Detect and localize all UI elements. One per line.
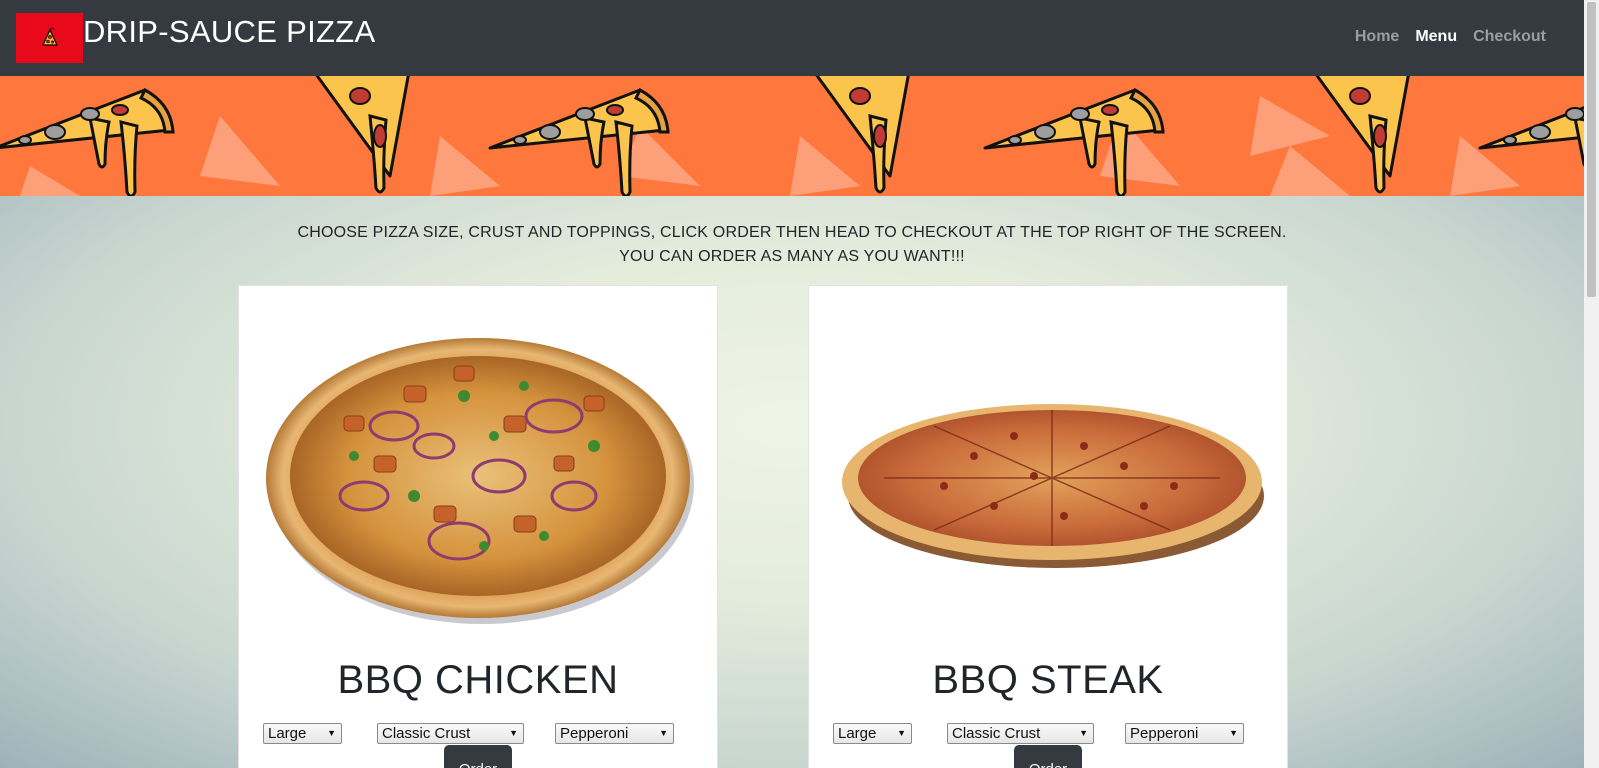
pizza-banner: [0, 76, 1584, 196]
pizza-name: BBQ STEAK: [932, 658, 1164, 702]
order-button[interactable]: Order: [444, 745, 512, 768]
topping-select[interactable]: Pepperoni ▼: [555, 723, 674, 744]
topping-select[interactable]: Pepperoni ▼: [1125, 723, 1244, 744]
nav-links: Home Menu Checkout: [1355, 28, 1546, 46]
crust-select-value: Classic Crust: [952, 725, 1041, 742]
dropdown-arrow-icon: ▼: [1079, 728, 1088, 738]
pizza-options: Large ▼ Classic Crust ▼ Pepperoni ▼: [809, 723, 1287, 745]
dropdown-arrow-icon: ▼: [659, 728, 668, 738]
scrollbar-thumb[interactable]: [1587, 2, 1596, 297]
brand-title[interactable]: DRIP-SAUCE PIZZA: [83, 14, 375, 50]
bbq-chicken-pizza-image: [266, 338, 694, 624]
crust-select[interactable]: Classic Crust ▼: [377, 723, 524, 744]
navbar: DRIP-SAUCE PIZZA Home Menu Checkout: [0, 0, 1584, 76]
dropdown-arrow-icon: ▼: [327, 728, 336, 738]
page-scrollbar[interactable]: [1584, 0, 1599, 768]
instructions-text: CHOOSE PIZZA SIZE, CRUST AND TOPPINGS, C…: [0, 221, 1584, 269]
size-select-value: Large: [838, 725, 877, 742]
crust-select[interactable]: Classic Crust ▼: [947, 723, 1094, 744]
dropdown-arrow-icon: ▼: [1229, 728, 1238, 738]
pizza-pattern-image: [0, 76, 1584, 196]
size-select-value: Large: [268, 725, 307, 742]
pizza-card-bbq-steak: BBQ STEAK Large ▼ Classic Crust ▼ Pepper…: [808, 285, 1288, 768]
order-button[interactable]: Order: [1014, 745, 1082, 768]
pizza-name: BBQ CHICKEN: [337, 658, 619, 702]
nav-menu-link[interactable]: Menu: [1415, 28, 1457, 46]
dropdown-arrow-icon: ▼: [509, 728, 518, 738]
topping-select-value: Pepperoni: [1130, 725, 1199, 742]
bbq-steak-pizza-image: [842, 404, 1264, 568]
crust-select-value: Classic Crust: [382, 725, 471, 742]
instructions-line-2: YOU CAN ORDER AS MANY AS YOU WANT!!!: [619, 248, 965, 265]
topping-select-value: Pepperoni: [560, 725, 629, 742]
instructions-line-1: CHOOSE PIZZA SIZE, CRUST AND TOPPINGS, C…: [297, 224, 1287, 241]
pizza-card-bbq-chicken: BBQ CHICKEN Large ▼ Classic Crust ▼ Pepp…: [238, 285, 718, 768]
nav-checkout-link[interactable]: Checkout: [1473, 28, 1546, 46]
dropdown-arrow-icon: ▼: [897, 728, 906, 738]
pizza-options: Large ▼ Classic Crust ▼ Pepperoni ▼: [239, 723, 717, 745]
pizza-slice-icon: [41, 27, 58, 46]
size-select[interactable]: Large ▼: [833, 723, 912, 744]
menu-section: CHOOSE PIZZA SIZE, CRUST AND TOPPINGS, C…: [0, 196, 1584, 768]
logo[interactable]: [16, 13, 83, 63]
nav-home-link[interactable]: Home: [1355, 28, 1399, 46]
size-select[interactable]: Large ▼: [263, 723, 342, 744]
